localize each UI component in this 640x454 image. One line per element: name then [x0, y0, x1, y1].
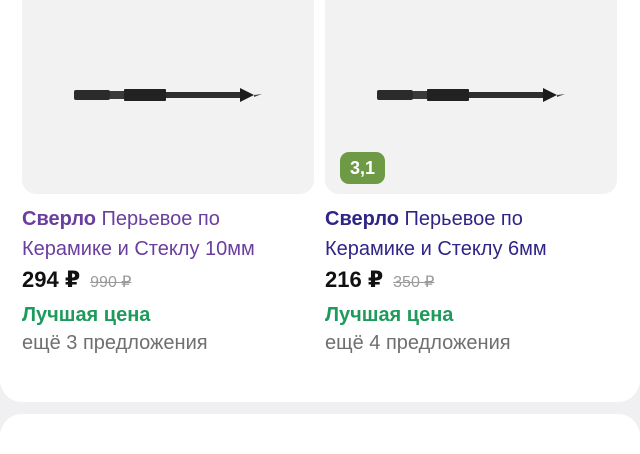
price-row: 216 ₽ 350 ₽	[325, 267, 617, 297]
current-price: 294 ₽	[22, 267, 81, 292]
product-image[interactable]	[22, 0, 314, 194]
product-image[interactable]: 3,1	[325, 0, 617, 194]
product-card[interactable]: 3,1 Сверло Перьевое по Керамике и Стеклу…	[325, 0, 617, 357]
product-brand: Сверло	[22, 208, 96, 230]
product-title[interactable]: Сверло Перьевое по Керамике и Стеклу 6мм	[325, 204, 617, 264]
drill-bit-icon	[377, 88, 565, 102]
best-price-label: Лучшая цена	[22, 304, 151, 326]
current-price: 216 ₽	[325, 267, 384, 292]
old-price: 990 ₽	[90, 274, 132, 291]
best-price-label: Лучшая цена	[325, 304, 454, 326]
old-price: 350 ₽	[393, 274, 435, 291]
product-brand: Сверло	[325, 208, 399, 230]
product-card[interactable]: Сверло Перьевое по Керамике и Стеклу 10м…	[22, 0, 314, 357]
product-grid-row: Сверло Перьевое по Керамике и Стеклу 10м…	[0, 0, 640, 402]
rating-badge: 3,1	[340, 152, 386, 184]
more-offers-link[interactable]: ещё 4 предложения	[325, 329, 617, 357]
product-title[interactable]: Сверло Перьевое по Керамике и Стеклу 10м…	[22, 204, 314, 264]
next-section-card	[0, 414, 640, 454]
price-row: 294 ₽ 990 ₽	[22, 267, 314, 297]
more-offers-link[interactable]: ещё 3 предложения	[22, 329, 314, 357]
drill-bit-icon	[74, 88, 262, 102]
